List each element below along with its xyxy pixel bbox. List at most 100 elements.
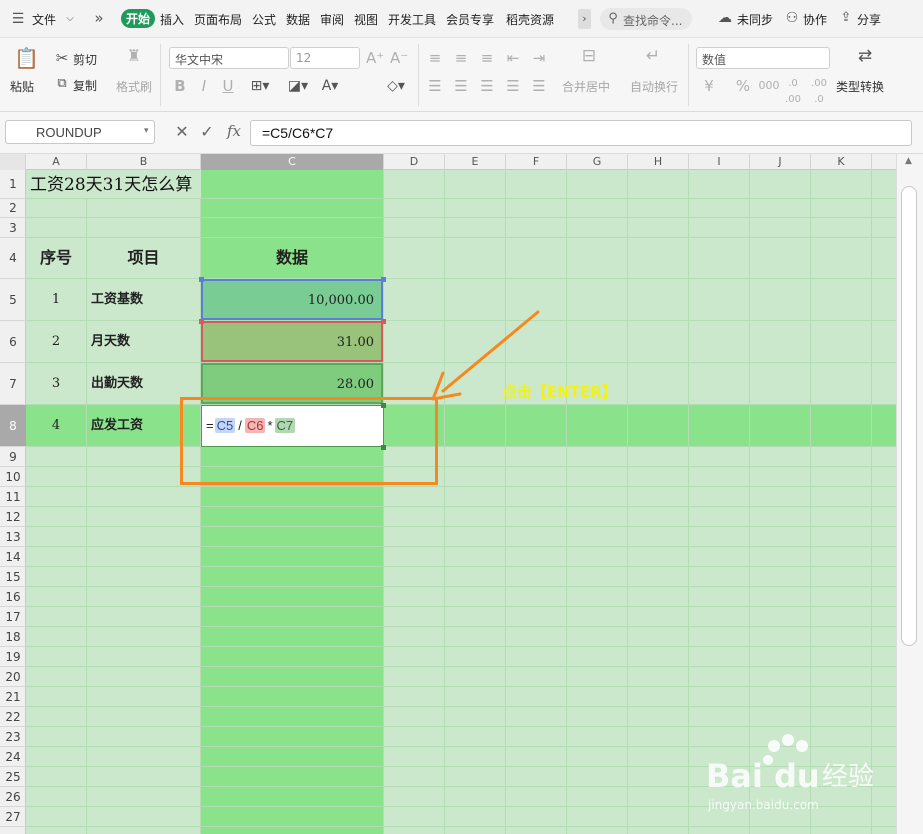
collaborate-icon[interactable]: ⚇	[784, 10, 800, 26]
row-header-8[interactable]: 8	[0, 405, 26, 447]
name-box[interactable]: ROUNDUP ▾	[5, 120, 155, 144]
cell-b6[interactable]: 月天数	[91, 321, 199, 362]
tab-insert[interactable]: 插入	[160, 11, 184, 28]
number-format-select[interactable]: 数值	[696, 47, 830, 69]
share-icon[interactable]: ⇪	[838, 10, 854, 26]
column-header-h[interactable]: H	[628, 154, 689, 170]
header-item[interactable]: 项目	[87, 238, 200, 278]
row-header-17[interactable]: 17	[0, 607, 26, 627]
decrease-decimal-icon[interactable]: .00.0	[808, 76, 830, 108]
font-size-select[interactable]: 12	[290, 47, 360, 69]
percent-icon[interactable]: %	[734, 78, 752, 94]
selection-handle[interactable]	[199, 277, 204, 282]
header-data[interactable]: 数据	[201, 238, 383, 278]
tab-page-layout[interactable]: 页面布局	[194, 11, 242, 28]
align-top-icon[interactable]: ≡	[426, 50, 444, 66]
align-middle-icon[interactable]: ≡	[452, 50, 470, 66]
clear-format-icon[interactable]: ◇▾	[382, 78, 410, 94]
row-header-25[interactable]: 25	[0, 767, 26, 787]
row-header-21[interactable]: 21	[0, 687, 26, 707]
merge-center-button[interactable]: 合并居中	[562, 78, 610, 95]
cut-button[interactable]: 剪切	[73, 51, 97, 68]
align-left-icon[interactable]: ☰	[426, 78, 444, 94]
hamburger-icon[interactable]: ☰	[10, 11, 26, 27]
row-header-2[interactable]: 2	[0, 199, 26, 218]
increase-decimal-icon[interactable]: .0.00	[782, 76, 804, 108]
chevron-down-icon[interactable]: ▾	[144, 126, 149, 136]
row-header-12[interactable]: 12	[0, 507, 26, 527]
scissors-icon[interactable]: ✂	[54, 50, 70, 66]
double-chevron-icon[interactable]: »	[92, 10, 106, 26]
merge-center-icon[interactable]: ⊟	[578, 48, 600, 65]
cloud-sync-icon[interactable]: ☁	[716, 10, 734, 26]
cell-c6[interactable]: 31.00	[201, 321, 383, 362]
row-header-3[interactable]: 3	[0, 218, 26, 238]
command-search-box[interactable]: ⚲ 查找命令...	[600, 8, 692, 30]
indent-decrease-icon[interactable]: ⇤	[504, 50, 522, 66]
select-all-corner[interactable]	[0, 154, 26, 170]
cell-a8[interactable]: 4	[26, 405, 86, 446]
header-seq-no[interactable]: 序号	[26, 238, 86, 278]
chevron-down-icon[interactable]: ⌵	[64, 11, 76, 27]
cell-c5[interactable]: 10,000.00	[201, 279, 383, 320]
tab-member[interactable]: 会员专享	[446, 11, 494, 28]
currency-icon[interactable]: ¥	[700, 78, 718, 94]
format-painter-button[interactable]: 格式刷	[116, 78, 152, 95]
tabs-scroll-right-button[interactable]: ›	[578, 9, 591, 29]
column-header-j[interactable]: J	[750, 154, 811, 170]
type-convert-icon[interactable]: ⇄	[854, 48, 876, 65]
column-header-f[interactable]: F	[506, 154, 567, 170]
distributed-icon[interactable]: ☰	[530, 78, 548, 94]
underline-icon[interactable]: U	[220, 78, 236, 94]
cancel-edit-icon[interactable]: ✕	[174, 124, 190, 140]
row-header-19[interactable]: 19	[0, 647, 26, 667]
scrollbar-thumb[interactable]	[901, 186, 917, 646]
selection-handle[interactable]	[199, 319, 204, 324]
row-header-24[interactable]: 24	[0, 747, 26, 767]
column-header-b[interactable]: B	[87, 154, 201, 170]
collaborate-button[interactable]: 协作	[803, 11, 827, 28]
row-header-7[interactable]: 7	[0, 363, 26, 405]
row-header-14[interactable]: 14	[0, 547, 26, 567]
row-header-10[interactable]: 10	[0, 467, 26, 487]
row-header-23[interactable]: 23	[0, 727, 26, 747]
paste-icon[interactable]: 📋	[14, 46, 39, 70]
sheet-title[interactable]: 工资28天31天怎么算	[30, 172, 192, 198]
font-color-icon[interactable]: A▾	[316, 78, 344, 94]
indent-increase-icon[interactable]: ⇥	[530, 50, 548, 66]
tab-review[interactable]: 审阅	[320, 11, 344, 28]
selection-handle[interactable]	[381, 319, 386, 324]
function-icon[interactable]: fx	[224, 123, 244, 139]
wrap-text-button[interactable]: 自动换行	[630, 78, 678, 95]
column-header-a[interactable]: A	[26, 154, 87, 170]
row-header-27[interactable]: 27	[0, 807, 26, 827]
row-header-9[interactable]: 9	[0, 447, 26, 467]
row-header-13[interactable]: 13	[0, 527, 26, 547]
cell-a5[interactable]: 1	[26, 279, 86, 320]
tab-formulas[interactable]: 公式	[252, 11, 276, 28]
copy-icon[interactable]: ⧉	[54, 76, 70, 92]
align-bottom-icon[interactable]: ≡	[478, 50, 496, 66]
fill-color-icon[interactable]: ◪▾	[284, 78, 312, 94]
column-header-k[interactable]: K	[811, 154, 872, 170]
file-menu[interactable]: 文件	[32, 11, 56, 28]
align-right-icon[interactable]: ☰	[478, 78, 496, 94]
tab-docer[interactable]: 稻壳资源	[506, 11, 554, 28]
borders-icon[interactable]: ⊞▾	[246, 78, 274, 94]
thousands-icon[interactable]: 000	[758, 78, 780, 94]
row-header-18[interactable]: 18	[0, 627, 26, 647]
spreadsheet-grid[interactable]: 工资28天31天怎么算 序号 项目 数据 1 工资基数 10,000.00 2 …	[26, 170, 896, 834]
cell-a6[interactable]: 2	[26, 321, 86, 362]
tab-data[interactable]: 数据	[286, 11, 310, 28]
row-header-11[interactable]: 11	[0, 487, 26, 507]
row-header-6[interactable]: 6	[0, 321, 26, 363]
row-header-4[interactable]: 4	[0, 238, 26, 279]
copy-button[interactable]: 复制	[73, 77, 97, 94]
wrap-text-icon[interactable]: ↵	[642, 48, 664, 65]
cell-b5[interactable]: 工资基数	[91, 279, 199, 320]
shrink-font-icon[interactable]: A⁻	[390, 50, 408, 66]
selection-handle[interactable]	[381, 277, 386, 282]
column-header-c[interactable]: C	[201, 154, 384, 170]
row-header-1[interactable]: 1	[0, 170, 26, 199]
align-center-icon[interactable]: ☰	[452, 78, 470, 94]
